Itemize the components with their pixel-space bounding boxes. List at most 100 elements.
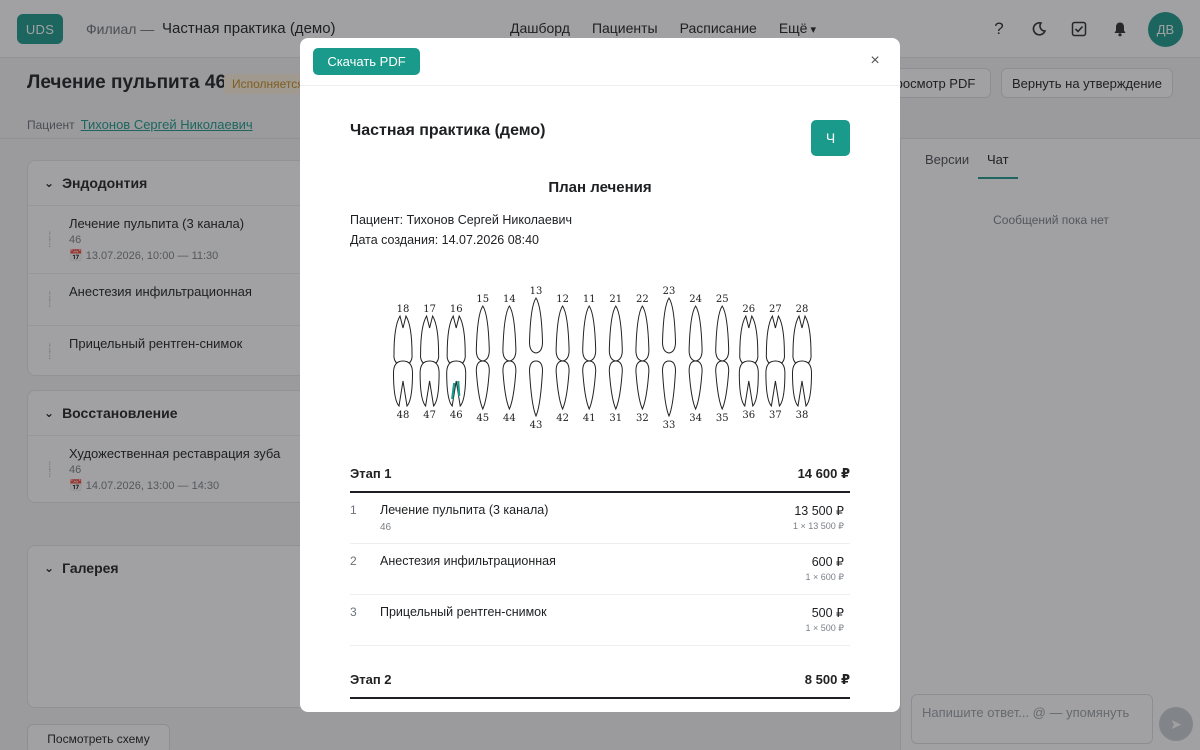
tooth-number: 15: [476, 294, 489, 305]
tooth-shape: [475, 305, 490, 362]
stage-divider: [350, 697, 850, 699]
tooth-shape: [555, 360, 570, 411]
item-name: Лечение пульпита (3 канала): [380, 503, 549, 517]
tooth-shape: [446, 314, 466, 367]
tooth-shape: [582, 360, 597, 411]
tooth-upper-24: 24: [688, 294, 703, 362]
tooth-number: 23: [663, 286, 676, 297]
item-calc: 1 × 500 ₽: [805, 623, 844, 633]
stage-name: Этап 2: [350, 672, 392, 687]
item-number: 1: [350, 503, 357, 517]
tooth-number: 32: [636, 413, 649, 424]
stage-total: 8 500 ₽: [804, 672, 850, 687]
tooth-shape: [688, 360, 703, 411]
tooth-number: 17: [423, 304, 436, 315]
item-calc: 1 × 600 ₽: [805, 572, 844, 582]
tooth-number: 38: [796, 410, 809, 421]
tooth-shape: [635, 305, 650, 362]
tooth-number: 21: [609, 294, 622, 305]
tooth-number: 45: [476, 413, 489, 424]
tooth-shape: [502, 360, 517, 411]
tooth-number: 48: [397, 410, 410, 421]
stage-row: Этап 1 14 600 ₽: [350, 466, 850, 488]
tooth-upper-18: 18: [393, 304, 413, 367]
tooth-upper-26: 26: [739, 304, 759, 367]
tooth-upper-22: 22: [635, 294, 650, 362]
tooth-number: 42: [556, 413, 569, 424]
stage-name: Этап 1: [350, 466, 392, 481]
tooth-upper-17: 17: [420, 304, 440, 367]
tooth-number: 26: [742, 304, 755, 315]
item-price: 13 500 ₽: [794, 504, 844, 518]
close-icon[interactable]: ×: [866, 52, 884, 70]
tooth-upper-28: 28: [792, 304, 812, 367]
tooth-lower-42: 42: [555, 360, 570, 424]
tooth-shape: [661, 297, 677, 354]
tooth-lower-47: 47: [419, 360, 440, 421]
item-tooth: 46: [380, 522, 392, 533]
tooth-number: 12: [556, 294, 569, 305]
plan-item: 2 Анестезия инфильтрационная 600 ₽ 1 × 6…: [350, 544, 850, 595]
tooth-shape: [393, 314, 413, 367]
tooth-number: 36: [742, 410, 755, 421]
tooth-shape: [528, 360, 544, 418]
tooth-lower-43: 43: [528, 360, 544, 431]
tooth-number: 43: [530, 420, 543, 431]
item-price: 500 ₽: [811, 606, 844, 620]
tooth-upper-12: 12: [555, 294, 570, 362]
tooth-upper-21: 21: [608, 294, 623, 362]
tooth-lower-34: 34: [688, 360, 703, 424]
tooth-number: 16: [450, 304, 463, 315]
tooth-upper-16: 16: [446, 304, 466, 367]
pdf-preview-modal: Скачать PDF × Частная практика (демо) Ч …: [300, 38, 900, 712]
item-price: 600 ₽: [811, 555, 844, 569]
tooth-number: 22: [636, 294, 649, 305]
tooth-number: 37: [769, 410, 782, 421]
tooth-upper-25: 25: [715, 294, 730, 362]
tooth-shape: [792, 314, 812, 367]
tooth-shape: [765, 314, 785, 367]
clinic-logo: Ч: [811, 120, 850, 156]
tooth-number: 46: [450, 410, 463, 421]
dental-chart: 18 17 16 15 14 13 12 11 21 22 23 24 25 26 27 28 48 47 46 45…: [392, 286, 813, 431]
download-pdf-button[interactable]: Скачать PDF: [313, 48, 420, 75]
tooth-lower-32: 32: [635, 360, 650, 424]
item-name: Анестезия инфильтрационная: [380, 554, 556, 568]
item-calc: 1 × 13 500 ₽: [792, 521, 844, 531]
tooth-shape: [608, 360, 623, 411]
tooth-number: 35: [716, 413, 729, 424]
item-number: 3: [350, 605, 357, 619]
tooth-lower-46: 46: [446, 360, 467, 421]
tooth-lower-33: 33: [661, 360, 677, 431]
tooth-shape: [661, 360, 677, 418]
modal-header: Скачать PDF ×: [300, 38, 900, 86]
tooth-number: 47: [423, 410, 436, 421]
item-number: 2: [350, 554, 357, 568]
tooth-number: 44: [503, 413, 516, 424]
tooth-number: 33: [663, 420, 676, 431]
tooth-upper-11: 11: [582, 294, 597, 362]
tooth-lower-44: 44: [502, 360, 517, 424]
tooth-shape: [635, 360, 650, 411]
tooth-upper-23: 23: [661, 286, 677, 354]
tooth-lower-38: 38: [791, 360, 813, 421]
tooth-lower-35: 35: [715, 360, 730, 424]
tooth-number: 27: [769, 304, 782, 315]
created-line: Дата создания: 14.07.2026 08:40: [350, 233, 539, 247]
tooth-shape: [791, 360, 813, 408]
tooth-lower-36: 36: [738, 360, 759, 421]
tooth-shape: [738, 360, 759, 408]
document-title: План лечения: [548, 179, 652, 196]
tooth-shape: [528, 297, 544, 354]
tooth-shape: [502, 305, 517, 362]
tooth-shape: [582, 305, 597, 362]
tooth-lower-31: 31: [608, 360, 623, 424]
tooth-upper-27: 27: [765, 304, 785, 367]
tooth-shape: [420, 314, 440, 367]
tooth-upper-13: 13: [528, 286, 544, 354]
stage-row: Этап 2 8 500 ₽: [350, 672, 850, 694]
tooth-lower-41: 41: [582, 360, 597, 424]
plan-item: 3 Прицельный рентген-снимок 500 ₽ 1 × 50…: [350, 595, 850, 646]
tooth-lower-45: 45: [475, 360, 490, 424]
tooth-upper-14: 14: [502, 294, 517, 362]
